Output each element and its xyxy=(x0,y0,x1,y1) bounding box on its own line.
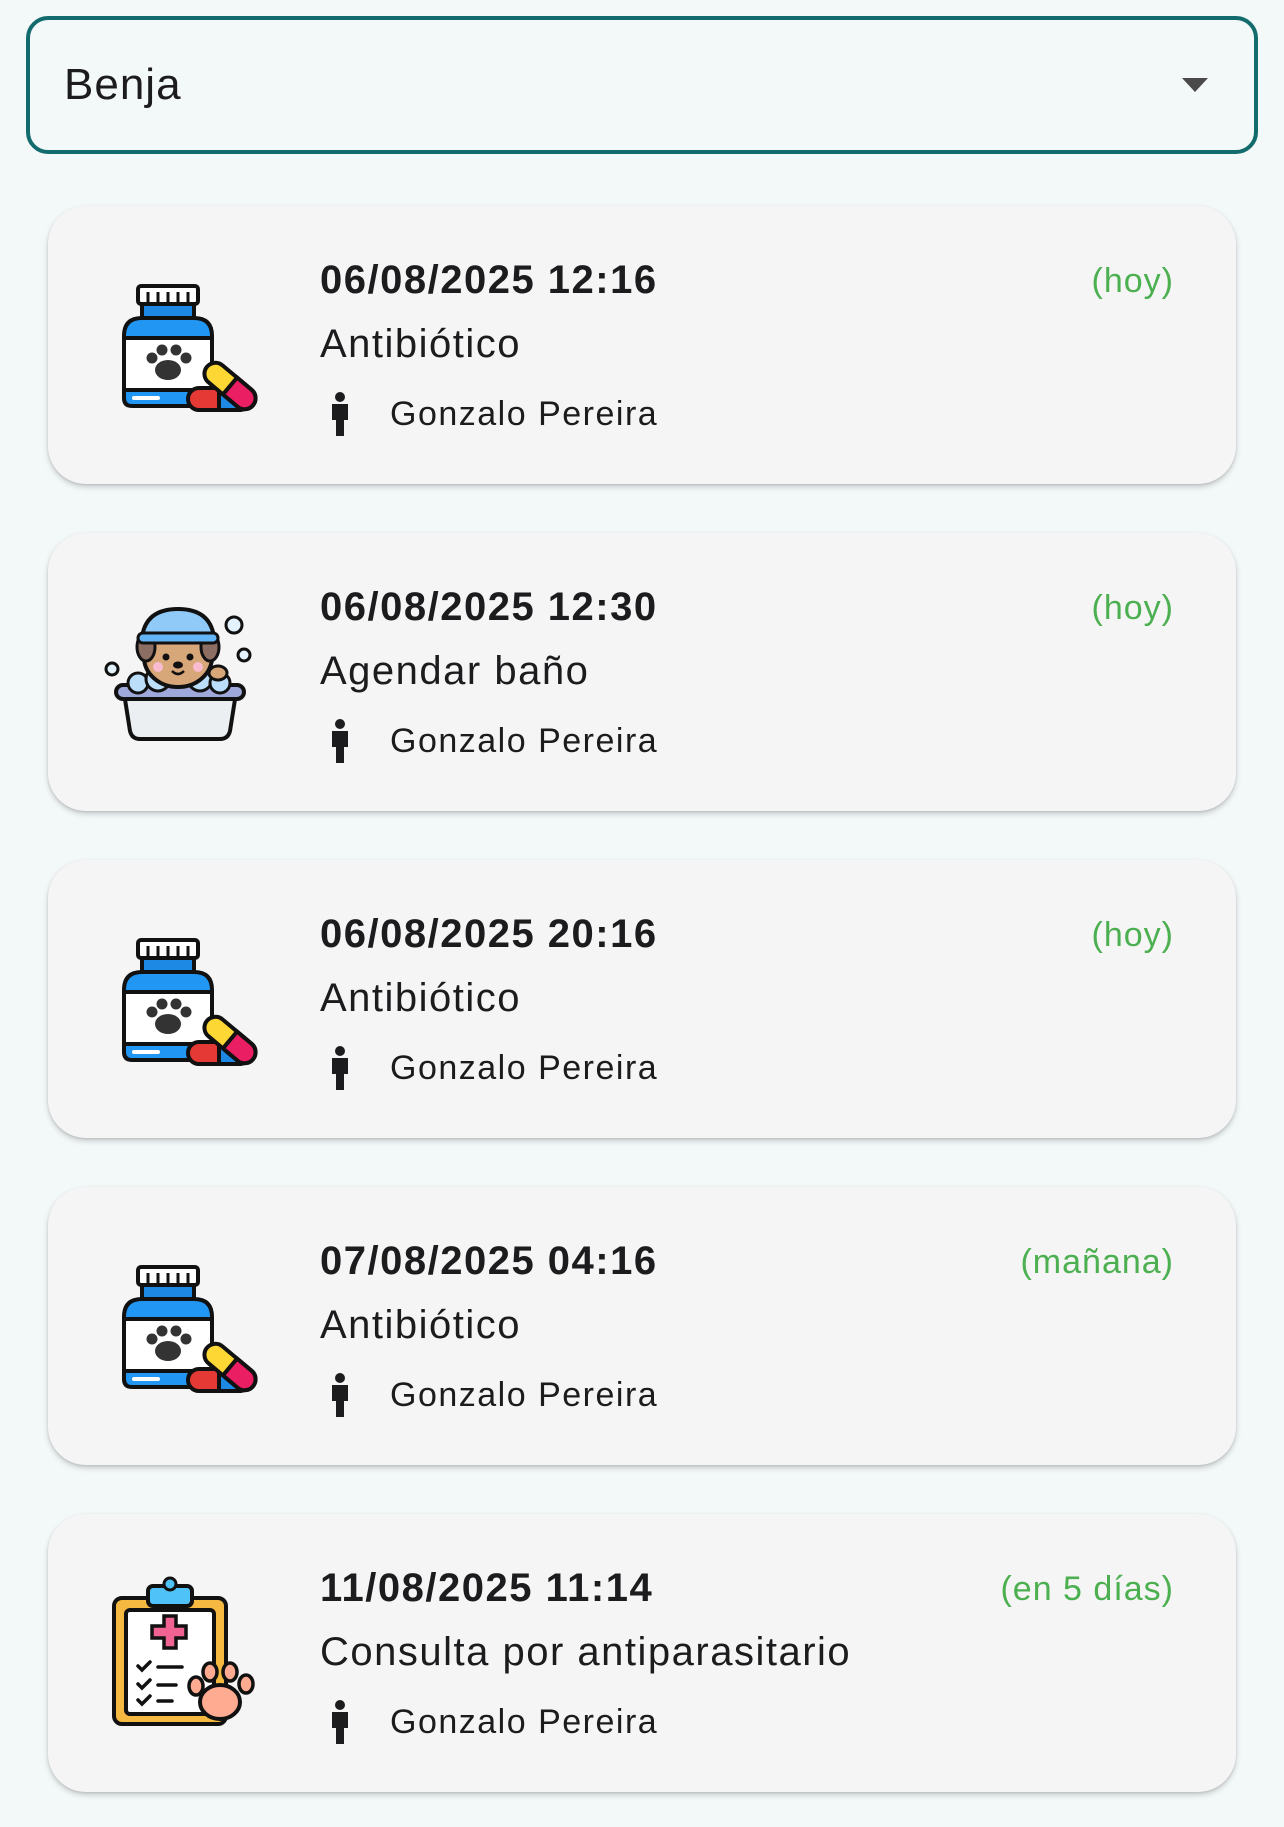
reminder-title: Antibiótico xyxy=(320,976,522,1020)
reminder-card[interactable]: 06/08/2025 12:16 (hoy) Antibiótico Gonza… xyxy=(48,206,1236,484)
reminder-datetime: 06/08/2025 12:30 xyxy=(320,585,658,629)
reminder-list: 06/08/2025 12:16 (hoy) Antibiótico Gonza… xyxy=(48,206,1236,1827)
reminder-card[interactable]: 06/08/2025 12:30 (hoy) Agendar baño Gonz… xyxy=(48,533,1236,811)
reminder-datetime: 06/08/2025 12:16 xyxy=(320,258,658,302)
reminder-relative-date: (mañana) xyxy=(1020,1243,1174,1281)
reminder-relative-date: (hoy) xyxy=(1091,916,1174,954)
reminder-datetime: 06/08/2025 20:16 xyxy=(320,912,658,956)
page: Benja 06/08/2025 12:16 (hoy) Antibiótico… xyxy=(0,0,1284,1827)
reminder-person-name: Gonzalo Pereira xyxy=(390,1702,659,1741)
reminder-title: Agendar baño xyxy=(320,649,590,693)
reminder-card[interactable]: 11/08/2025 11:14 (en 5 días) Consulta po… xyxy=(48,1514,1236,1792)
reminder-relative-date: (en 5 días) xyxy=(1000,1570,1174,1608)
reminder-card[interactable]: 06/08/2025 20:16 (hoy) Antibiótico Gonza… xyxy=(48,860,1236,1138)
person-icon xyxy=(328,719,352,763)
reminder-title: Antibiótico xyxy=(320,1303,522,1347)
reminder-card[interactable]: 07/08/2025 04:16 (mañana) Antibiótico Go… xyxy=(48,1187,1236,1465)
person-icon xyxy=(328,1373,352,1417)
pet-selector-dropdown[interactable]: Benja xyxy=(26,16,1258,154)
reminder-datetime: 07/08/2025 04:16 xyxy=(320,1239,658,1283)
reminder-relative-date: (hoy) xyxy=(1091,589,1174,627)
reminder-title: Antibiótico xyxy=(320,322,522,366)
arrow-drop-down-icon xyxy=(1182,78,1208,92)
medicine-bottle-icon xyxy=(102,920,258,1076)
reminder-person: Gonzalo Pereira xyxy=(328,1046,658,1090)
dog-bath-icon xyxy=(102,593,258,749)
reminder-person-name: Gonzalo Pereira xyxy=(390,394,659,433)
reminder-person: Gonzalo Pereira xyxy=(328,392,658,436)
reminder-relative-date: (hoy) xyxy=(1091,262,1174,300)
reminder-person: Gonzalo Pereira xyxy=(328,1700,658,1744)
person-icon xyxy=(328,392,352,436)
vet-clipboard-icon xyxy=(102,1574,258,1730)
reminder-person: Gonzalo Pereira xyxy=(328,1373,658,1417)
medicine-bottle-icon xyxy=(102,1247,258,1403)
pet-selector-value: Benja xyxy=(64,60,182,109)
medicine-bottle-icon xyxy=(102,266,258,422)
reminder-person-name: Gonzalo Pereira xyxy=(390,1375,659,1414)
reminder-person-name: Gonzalo Pereira xyxy=(390,1048,659,1087)
reminder-person-name: Gonzalo Pereira xyxy=(390,721,659,760)
reminder-title: Consulta por antiparasitario xyxy=(320,1630,852,1674)
person-icon xyxy=(328,1700,352,1744)
reminder-datetime: 11/08/2025 11:14 xyxy=(320,1566,654,1610)
reminder-person: Gonzalo Pereira xyxy=(328,719,658,763)
person-icon xyxy=(328,1046,352,1090)
